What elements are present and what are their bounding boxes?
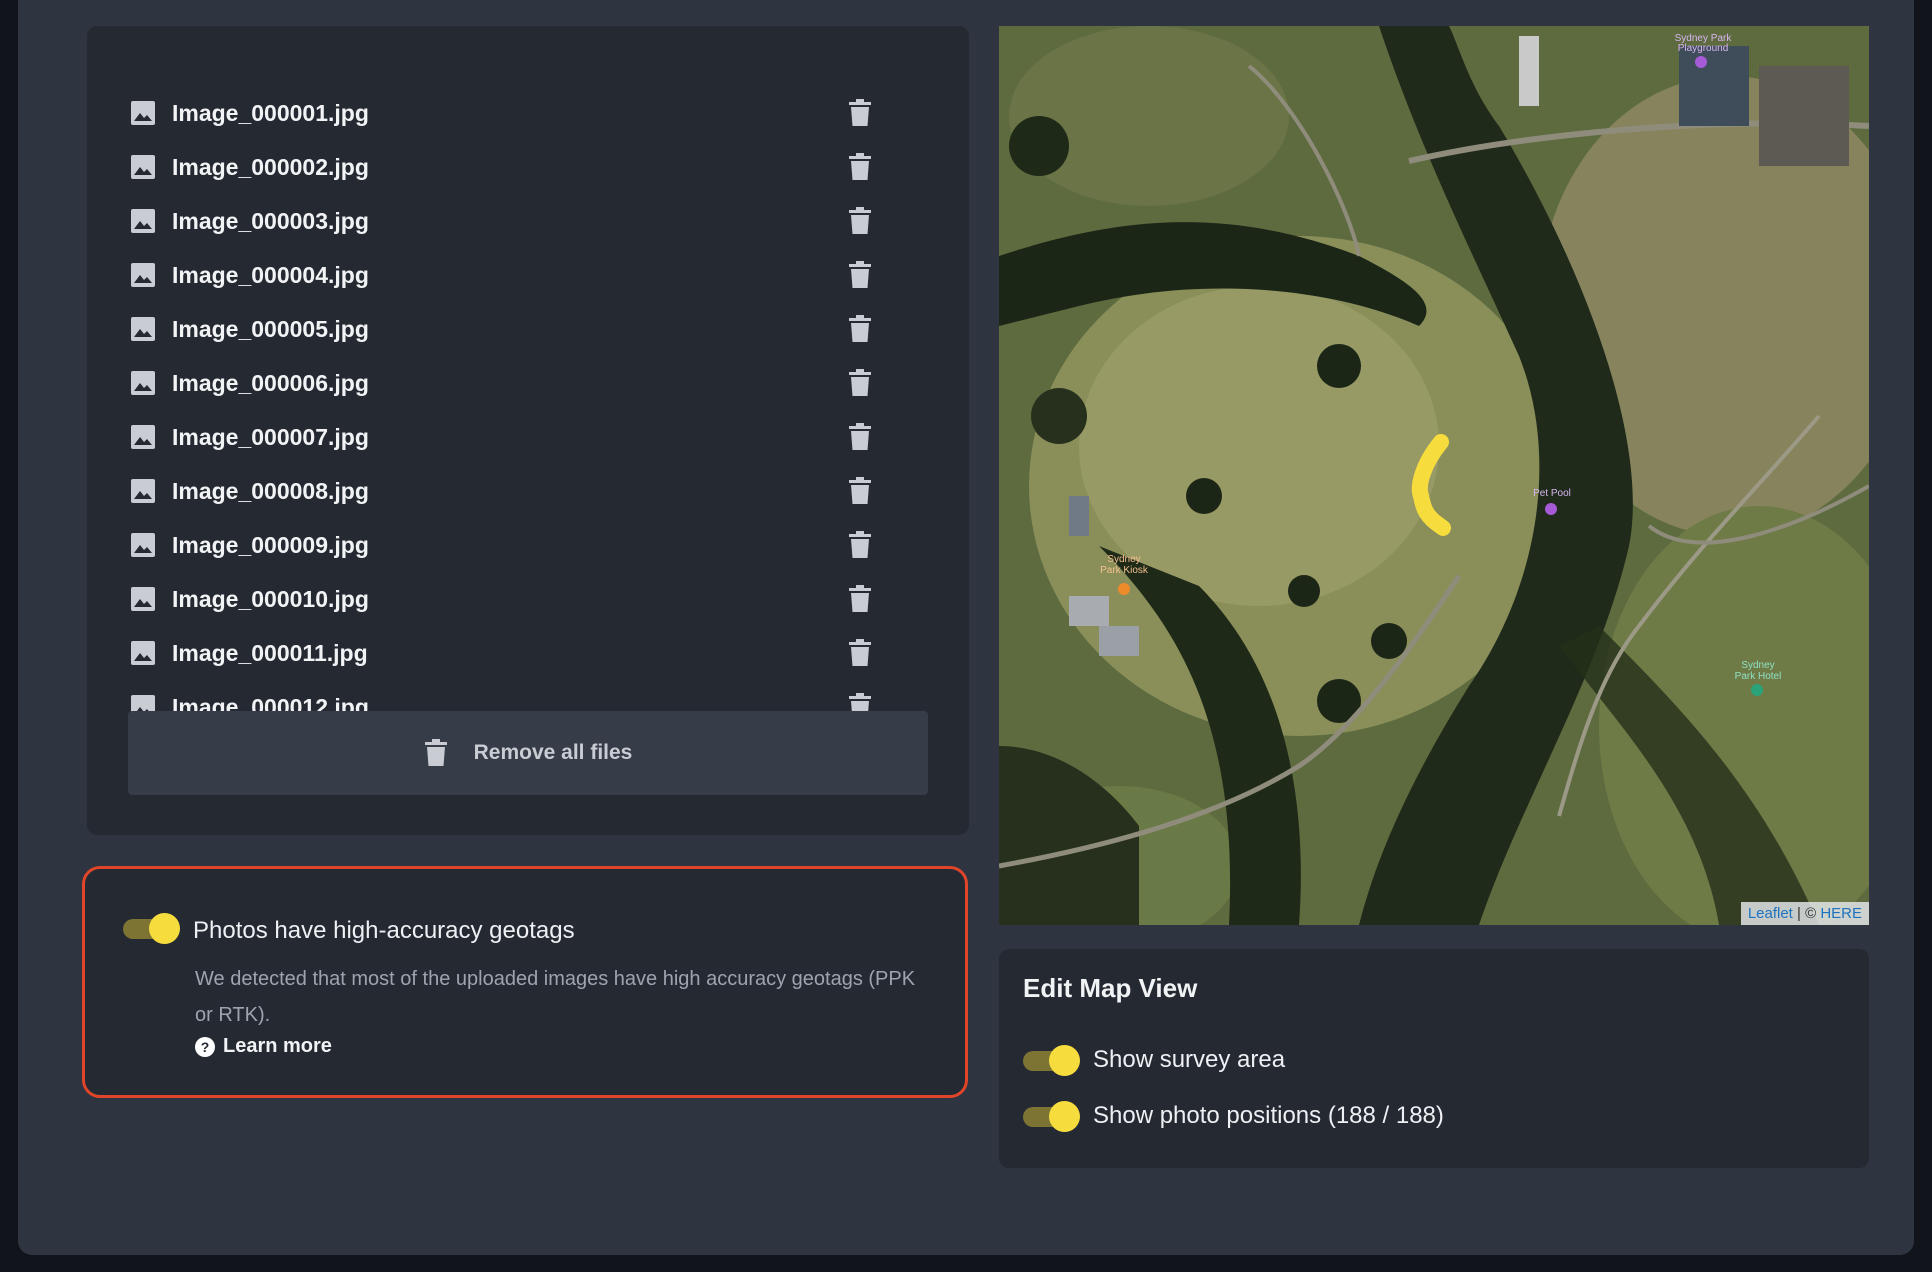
file-name: Image_000010.jpg	[172, 585, 369, 612]
file-name: Image_000005.jpg	[172, 315, 369, 342]
file-name: Image_000011.jpg	[172, 639, 368, 666]
leaflet-link[interactable]: Leaflet	[1748, 905, 1793, 922]
poi-label-pet-pool[interactable]: Pet Pool	[1527, 488, 1577, 499]
here-link[interactable]: HERE	[1820, 905, 1862, 922]
svg-text:?: ?	[201, 1039, 210, 1055]
file-name: Image_000008.jpg	[172, 477, 369, 504]
image-icon	[131, 587, 155, 611]
delete-file-button[interactable]	[847, 531, 873, 559]
image-icon	[131, 101, 155, 125]
image-icon	[131, 533, 155, 557]
image-icon	[131, 263, 155, 287]
poi-label-kiosk[interactable]: Sydney Park Kiosk	[1099, 554, 1149, 576]
attribution-separator: | ©	[1792, 905, 1821, 922]
file-list-item: Image_000005.jpg	[127, 302, 917, 356]
show-survey-area-label: Show survey area	[1093, 1046, 1286, 1073]
delete-file-button[interactable]	[847, 639, 873, 667]
delete-file-button[interactable]	[847, 261, 873, 289]
file-name: Image_000002.jpg	[172, 153, 369, 180]
file-list-item: Image_000006.jpg	[127, 356, 917, 410]
edit-map-view-panel: Edit Map View Show survey area Show phot…	[999, 949, 1869, 1168]
satellite-map[interactable]	[999, 26, 1869, 925]
file-list-panel: Image_000001.jpg Image_000002.jpg Image_00…	[87, 26, 969, 835]
toggle-knob	[1049, 1045, 1080, 1076]
show-survey-area-toggle[interactable]	[1023, 1045, 1080, 1076]
geotag-accuracy-box: Photos have high-accuracy geotags We det…	[82, 866, 968, 1098]
image-icon	[131, 641, 155, 665]
poi-label-playground[interactable]: Sydney Park Playground	[1671, 34, 1735, 54]
edit-map-view-title: Edit Map View	[1023, 973, 1198, 1003]
file-list-item: Image_000003.jpg	[127, 194, 917, 248]
image-icon	[131, 155, 155, 179]
remove-all-files-button[interactable]: Remove all files	[128, 711, 928, 795]
delete-file-button[interactable]	[847, 315, 873, 343]
delete-file-button[interactable]	[847, 477, 873, 505]
file-list-item: Image_000009.jpg	[127, 518, 917, 572]
delete-file-button[interactable]	[847, 423, 873, 451]
geotag-description: We detected that most of the uploaded im…	[195, 968, 916, 1026]
remove-all-files-label: Remove all files	[473, 741, 633, 764]
image-icon	[131, 209, 155, 233]
file-list-item: Image_000011.jpg	[127, 626, 917, 680]
high-accuracy-geotags-toggle[interactable]	[123, 913, 180, 944]
map-view[interactable]: Sydney Park Playground Pet Pool Sydney P…	[999, 26, 1869, 925]
question-circle-icon: ?	[195, 1036, 215, 1057]
map-attribution: Leaflet | © HERE	[1740, 902, 1869, 925]
file-list-item: Image_000007.jpg	[127, 410, 917, 464]
file-list-item: Image_000008.jpg	[127, 464, 917, 518]
file-list[interactable]: Image_000001.jpg Image_000002.jpg Image_00…	[127, 86, 917, 724]
poi-label-hotel[interactable]: Sydney Park Hotel	[1731, 660, 1785, 682]
show-photo-positions-toggle[interactable]	[1023, 1101, 1080, 1132]
learn-more-label: Learn more	[223, 1035, 332, 1057]
delete-file-button[interactable]	[847, 585, 873, 613]
toggle-knob	[149, 913, 180, 944]
delete-file-button[interactable]	[847, 369, 873, 397]
file-name: Image_000001.jpg	[172, 99, 369, 126]
image-icon	[131, 371, 155, 395]
learn-more-link[interactable]: ? Learn more	[195, 1035, 332, 1058]
file-name: Image_000003.jpg	[172, 207, 369, 234]
geotag-title: Photos have high-accuracy geotags	[193, 917, 575, 944]
file-list-item: Image_000004.jpg	[127, 248, 917, 302]
app-frame: Image_000001.jpg Image_000002.jpg Image_00…	[18, 0, 1914, 1255]
file-list-item: Image_000001.jpg	[127, 86, 917, 140]
image-icon	[131, 479, 155, 503]
file-name: Image_000006.jpg	[172, 369, 369, 396]
file-name: Image_000004.jpg	[172, 261, 369, 288]
delete-file-button[interactable]	[847, 99, 873, 127]
trash-icon	[424, 739, 447, 766]
file-list-item: Image_000002.jpg	[127, 140, 917, 194]
image-icon	[131, 425, 155, 449]
delete-file-button[interactable]	[847, 153, 873, 181]
file-name: Image_000007.jpg	[172, 423, 369, 450]
show-photo-positions-label: Show photo positions (188 / 188)	[1093, 1102, 1444, 1129]
file-list-item: Image_000010.jpg	[127, 572, 917, 626]
file-name: Image_000009.jpg	[172, 531, 369, 558]
delete-file-button[interactable]	[847, 207, 873, 235]
toggle-knob	[1049, 1101, 1080, 1132]
image-icon	[131, 317, 155, 341]
